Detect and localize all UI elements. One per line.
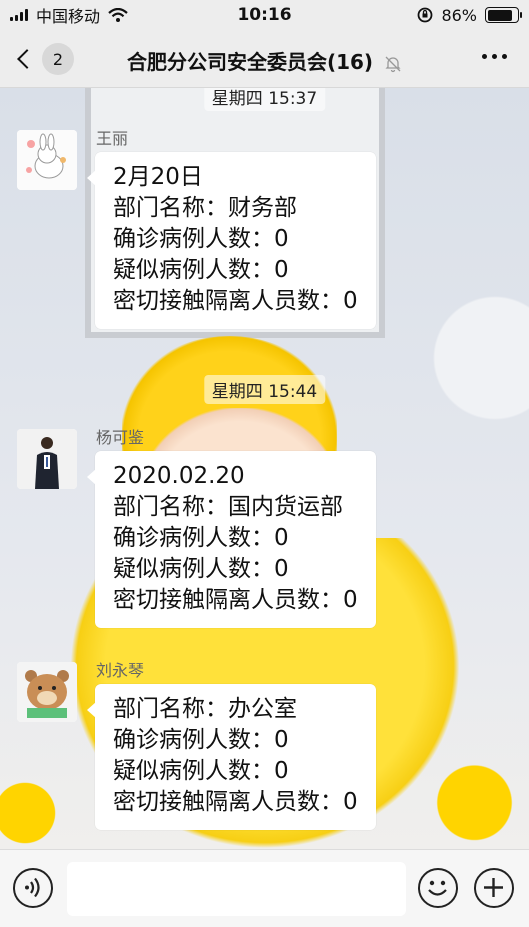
status-left: 中国移动 [10,3,128,27]
signal-icon [10,9,28,21]
sender-name: 杨可鉴 [96,428,145,447]
plus-icon [484,878,503,897]
message-line: 部门名称：国内货运部 [113,494,343,520]
battery-percent: 86% [441,5,477,25]
voice-input-button[interactable] [13,868,53,908]
message-line: 确诊病例人数：0 [113,226,289,252]
clock: 10:16 [237,5,292,25]
message-line: 确诊病例人数：0 [113,525,289,551]
message-bubble[interactable]: 2020.02.20 部门名称：国内货运部 确诊病例人数：0 疑似病例人数：0 … [87,451,376,628]
message-line: 2020.02.20 [113,463,245,489]
more-options-button[interactable] [482,54,507,59]
message-line: 密切接触隔离人员数：0 [113,789,358,815]
more-functions-button[interactable] [474,868,514,908]
avatar[interactable] [17,130,77,190]
message-line: 部门名称：办公室 [113,696,297,722]
voice-icon [25,877,40,898]
message-timestamp: 星期四 15:44 [203,375,326,404]
chat-title-wrap: 合肥分公司安全委员会(16) [0,46,529,75]
battery-icon [485,7,522,23]
smiley-icon [428,880,447,896]
message-line: 密切接触隔离人员数：0 [113,587,358,613]
mute-bell-icon [385,56,401,72]
message-line: 疑似病例人数：0 [113,556,289,582]
status-right: 86% [417,5,522,25]
message-input[interactable] [67,862,406,916]
emoji-button[interactable] [418,868,458,908]
message-line: 疑似病例人数：0 [113,758,289,784]
message-line: 部门名称：财务部 [113,195,297,221]
avatar[interactable] [17,662,77,722]
sender-name: 刘永琴 [96,661,145,680]
battery-fill [487,9,513,21]
message-timestamp: 星期四 15:37 [203,88,326,111]
orientation-lock-icon [418,7,433,23]
chat-header: 2 合肥分公司安全委员会(16) [0,30,529,88]
message-line: 确诊病例人数：0 [113,727,289,753]
status-bar: 中国移动 10:16 86% [0,0,529,30]
input-bar [0,849,529,927]
message-line: 疑似病例人数：0 [113,257,289,283]
avatar[interactable] [17,429,77,489]
carrier-label: 中国移动 [36,7,101,26]
message-line: 密切接触隔离人员数：0 [113,288,358,314]
message-line: 2月20日 [113,164,203,190]
chat-message-area[interactable]: 星期四 15:37 王丽 2月20日 部门名称：财务部 确诊病例人数：0 疑似病… [0,88,529,849]
chat-title: 合肥分公司安全委员会(16) [126,50,374,74]
message-bubble[interactable]: 2月20日 部门名称：财务部 确诊病例人数：0 疑似病例人数：0 密切接触隔离人… [87,152,376,329]
sender-name: 王丽 [96,129,129,148]
wifi-icon [108,8,128,22]
message-bubble[interactable]: 部门名称：办公室 确诊病例人数：0 疑似病例人数：0 密切接触隔离人员数：0 [87,684,376,830]
